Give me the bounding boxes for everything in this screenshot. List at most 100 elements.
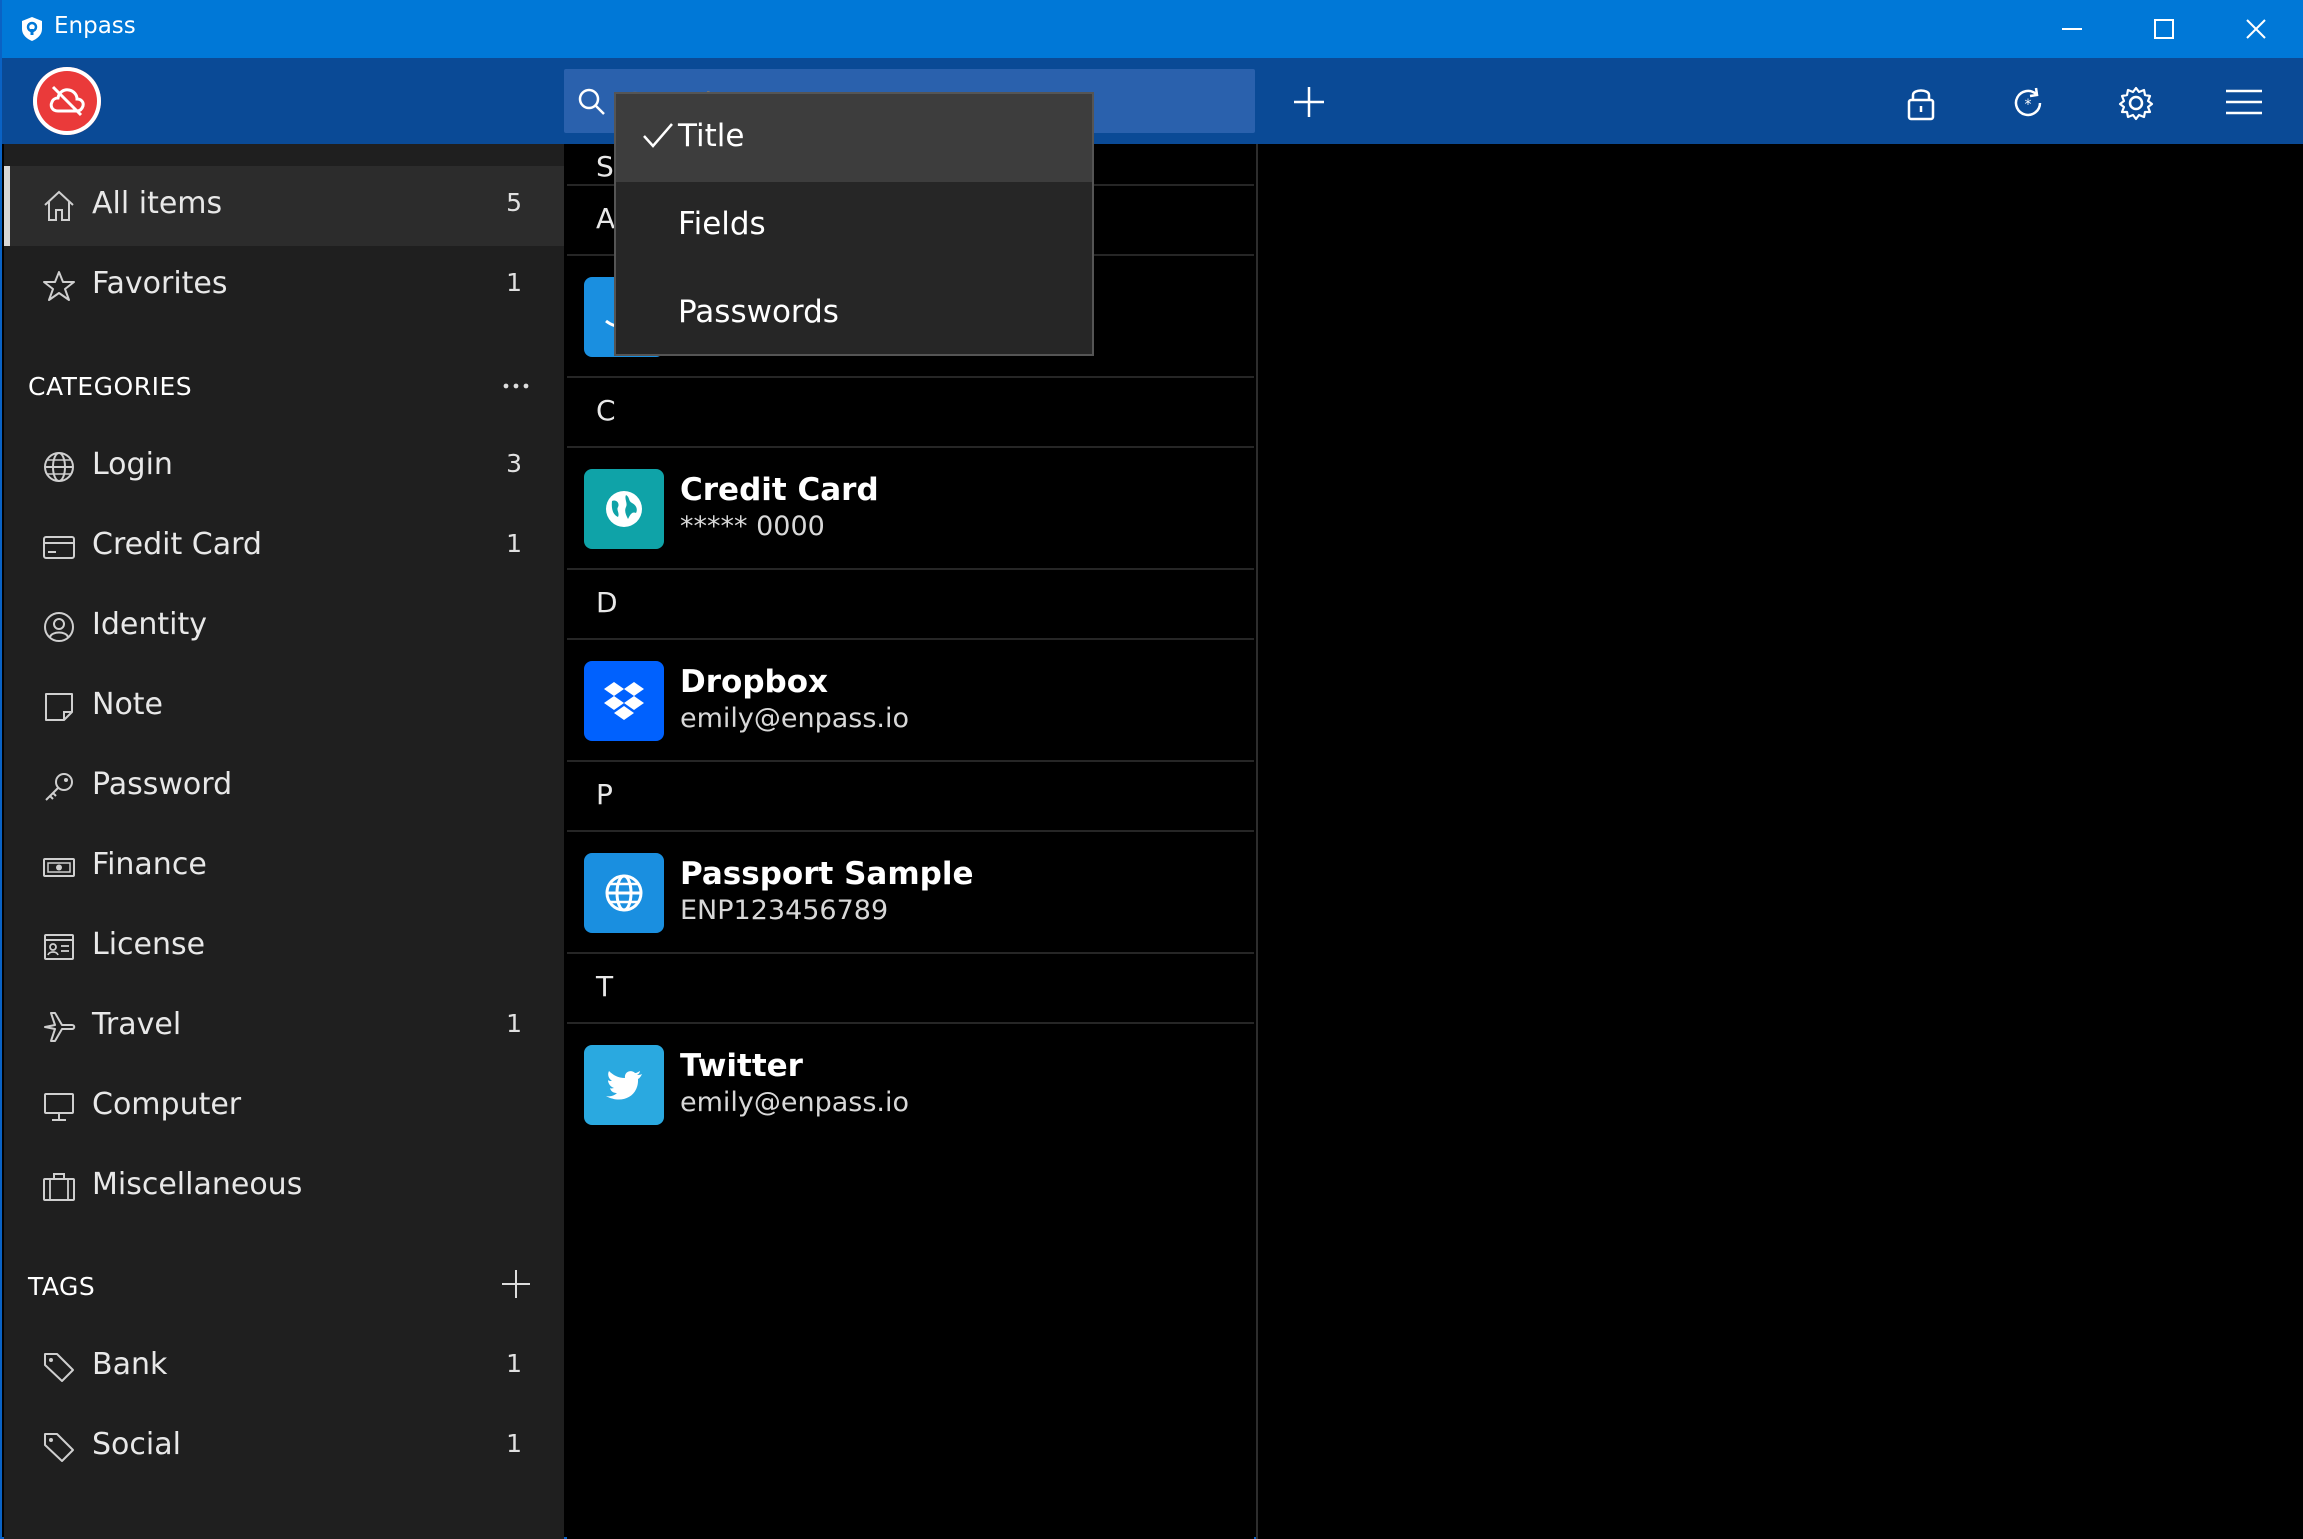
minimize-button[interactable] [2026,0,2118,58]
money-icon [43,858,75,877]
sidebar-item-label: Computer [92,1087,242,1122]
settings-button[interactable] [2104,72,2164,130]
add-tag-button[interactable] [498,1266,534,1302]
item-title: Credit Card [680,472,879,508]
item-subtitle: emily@enpass.io [680,1087,910,1118]
list-item-twitter[interactable]: Twitter emily@enpass.io [567,1024,1254,1144]
lock-button[interactable] [1890,72,1950,130]
group-letter: P [596,778,613,811]
sidebar-item-label: Bank [92,1347,168,1382]
tag-icon [44,1433,74,1462]
home-icon [44,190,74,221]
computer-icon [44,1093,74,1121]
sidebar-item-license[interactable]: License [4,907,564,987]
globe-icon [584,469,664,549]
item-title: Dropbox [680,664,828,700]
list-item-dropbox[interactable]: Dropbox emily@enpass.io [567,640,1254,762]
sidebar-item-identity[interactable]: Identity [4,587,564,667]
sidebar-item-label: Social [92,1427,181,1462]
dropbox-icon [584,661,664,741]
sidebar-item-label: License [92,927,206,962]
sidebar-item-travel[interactable]: Travel 1 [4,987,564,1067]
tags-header: TAGS [28,1272,96,1301]
sidebar: All items 5 Favorites 1 CATEGORIES Login… [4,144,564,1539]
plus-icon [502,1270,530,1298]
sidebar-item-login[interactable]: Login 3 [4,427,564,507]
sidebar-item-favorites[interactable]: Favorites 1 [4,246,564,326]
sidebar-tag-social[interactable]: Social 1 [4,1407,564,1487]
item-count: 1 [506,1429,522,1458]
app-window: Enpass Search * All items 5 Favorites 1 … [0,0,2303,1539]
globe-icon [44,452,74,482]
group-letter: T [596,970,614,1003]
close-button[interactable] [2210,0,2302,58]
sidebar-tag-bank[interactable]: Bank 1 [4,1327,564,1407]
minimize-icon [2062,28,2082,30]
briefcase-icon [43,1173,75,1201]
item-title: Twitter [680,1048,803,1084]
item-subtitle: emily@enpass.io [680,703,910,734]
cloud-off-icon [49,85,85,117]
sidebar-item-label: Favorites [92,266,228,301]
note-icon [45,693,73,721]
group-letter: D [596,586,618,619]
group-header-d: D [567,570,1254,640]
sidebar-item-note[interactable]: Note [4,667,564,747]
item-subtitle: ***** 0000 [680,511,825,542]
group-header-c: C [567,378,1254,448]
key-icon [45,773,73,801]
menu-item-passwords[interactable]: Passwords [616,270,1092,358]
twitter-icon [584,1045,664,1125]
item-count: 1 [506,1349,522,1378]
gear-icon [2118,86,2154,121]
menu-item-label: Title [678,118,745,154]
toolbar: * [2,58,2303,144]
group-letter: C [596,394,616,427]
enpass-app-icon [22,17,42,41]
generator-refresh-icon: * [2014,87,2042,117]
sidebar-item-miscellaneous[interactable]: Miscellaneous [4,1147,564,1227]
item-count: 3 [506,449,522,478]
window-title: Enpass [54,13,136,39]
plus-icon [1294,87,1324,117]
sidebar-item-label: All items [92,186,223,221]
maximize-icon [2154,19,2174,39]
categories-more-button[interactable] [498,368,534,404]
hamburger-menu-icon [2226,89,2262,115]
title-bar: Enpass [2,0,2303,58]
detail-pane [1258,144,2303,1539]
sidebar-item-finance[interactable]: Finance [4,827,564,907]
airplane-icon [44,1012,76,1042]
tag-icon [44,1353,74,1382]
item-title: Passport Sample [680,856,974,892]
sidebar-item-label: Credit Card [92,527,262,562]
group-header-t: T [567,954,1254,1024]
identity-icon [44,612,74,642]
svg-text:*: * [2025,97,2032,113]
menu-item-fields[interactable]: Fields [616,182,1092,270]
sort-header-label: S [596,150,614,183]
list-item-passport-sample[interactable]: Passport Sample ENP123456789 [567,832,1254,954]
sidebar-item-all-items[interactable]: All items 5 [4,166,564,246]
sync-status-button[interactable] [33,67,101,135]
maximize-button[interactable] [2118,0,2210,58]
credit-card-icon [43,536,75,559]
main-menu-button[interactable] [2212,72,2272,130]
sidebar-item-computer[interactable]: Computer [4,1067,564,1147]
menu-item-label: Fields [678,206,766,242]
license-icon [44,934,74,960]
group-letter: A [596,202,616,235]
password-generator-button[interactable]: * [1996,72,2056,130]
menu-item-title[interactable]: Title [616,94,1092,182]
checkmark-icon [643,123,673,148]
sidebar-item-credit-card[interactable]: Credit Card 1 [4,507,564,587]
sidebar-item-label: Travel [92,1007,182,1042]
sidebar-item-label: Login [92,447,173,482]
menu-item-label: Passwords [678,294,839,330]
globe-icon [584,853,664,933]
list-item-credit-card[interactable]: Credit Card ***** 0000 [567,448,1254,570]
more-dots-icon [503,383,529,389]
sidebar-item-label: Identity [92,607,207,642]
add-item-button[interactable] [1278,72,1338,130]
sidebar-item-password[interactable]: Password [4,747,564,827]
